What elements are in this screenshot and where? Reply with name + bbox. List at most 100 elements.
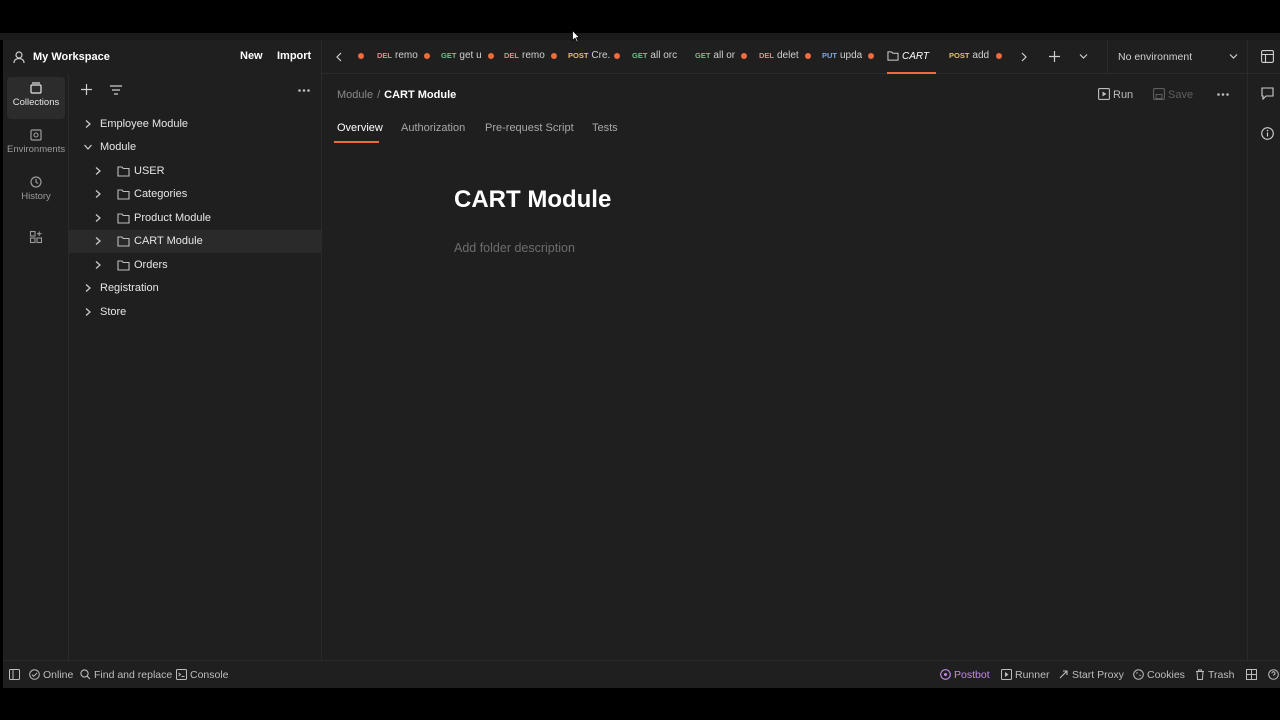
tree-item-product-module[interactable]: Product Module <box>69 207 321 230</box>
request-tab[interactable]: PUT upda <box>822 50 862 66</box>
tree-item-user[interactable]: USER <box>69 160 321 183</box>
request-tab-active[interactable]: CART <box>887 50 929 66</box>
active-tab-indicator <box>887 72 936 74</box>
tab-tests[interactable]: Tests <box>592 122 618 134</box>
breadcrumb-current[interactable]: CART Module <box>384 89 456 101</box>
history-icon <box>29 175 43 189</box>
environment-label: No environment <box>1118 51 1193 63</box>
runner-button[interactable]: Runner <box>1001 669 1049 681</box>
new-tab-icon[interactable] <box>1049 51 1060 62</box>
tree-item-orders[interactable]: Orders <box>69 254 321 277</box>
environments-icon <box>29 128 43 142</box>
configure-workbench-icon <box>29 230 43 244</box>
tab-label: Cre. <box>591 50 611 61</box>
folder-description-input[interactable]: Add folder description <box>454 241 575 255</box>
folder-title[interactable]: CART Module <box>454 186 611 214</box>
import-button[interactable]: Import <box>277 50 311 62</box>
tab-overview[interactable]: Overview <box>337 122 383 134</box>
method-badge: PUT <box>822 51 837 60</box>
rail-collections[interactable]: Collections <box>7 77 65 119</box>
tree-label: Module <box>100 141 137 153</box>
more-options-icon[interactable] <box>298 89 310 92</box>
tree-item-store[interactable]: Store <box>69 301 321 324</box>
unsaved-dot <box>551 53 557 59</box>
breadcrumb-parent[interactable]: Module <box>337 89 373 101</box>
request-tab[interactable]: GET all orc <box>632 50 677 66</box>
tree-item-module[interactable]: Module <box>69 136 321 159</box>
comments-icon[interactable] <box>1261 87 1274 100</box>
mouse-cursor <box>572 30 580 43</box>
tabs-dropdown-icon[interactable] <box>1079 53 1088 60</box>
tree-item-cart-module[interactable]: CART Module <box>69 230 321 253</box>
rail-environments[interactable]: Environments <box>7 124 65 166</box>
online-status[interactable]: Online <box>29 669 73 681</box>
tree-label: USER <box>134 165 165 177</box>
workspace-name[interactable]: My Workspace <box>33 51 110 63</box>
chevron-right-icon[interactable] <box>83 283 93 293</box>
method-badge: POST <box>568 51 589 60</box>
chevron-right-icon[interactable] <box>93 236 103 246</box>
chevron-right-icon[interactable] <box>93 260 103 270</box>
rail-environments-label: Environments <box>7 144 66 155</box>
right-rail <box>1247 40 1280 660</box>
folder-icon <box>887 50 899 61</box>
method-badge: GET <box>695 51 711 60</box>
chevron-right-icon[interactable] <box>83 119 93 129</box>
request-tab-bar: DEL remo GET get u DEL remo POST Cre. GET all… <box>322 40 1280 74</box>
chevron-right-icon[interactable] <box>93 189 103 199</box>
breadcrumb-separator: / <box>377 89 381 101</box>
chevron-right-icon[interactable] <box>93 166 103 176</box>
console-button[interactable]: Console <box>176 669 229 681</box>
tree-item-categories[interactable]: Categories <box>69 183 321 206</box>
postbot-button[interactable]: Postbot <box>940 669 990 681</box>
request-tab[interactable]: POST add <box>949 50 989 66</box>
trash-icon <box>1195 669 1205 680</box>
layout-grid-icon[interactable] <box>1246 669 1257 680</box>
help-icon[interactable] <box>1268 669 1279 680</box>
request-tab[interactable]: GET get u <box>441 50 482 66</box>
start-proxy-button[interactable]: Start Proxy <box>1058 669 1124 681</box>
request-tab[interactable]: DEL remo <box>504 50 545 66</box>
info-icon[interactable] <box>1261 127 1274 140</box>
unsaved-dot <box>805 53 811 59</box>
unsaved-dot <box>741 53 747 59</box>
unsaved-dot <box>488 53 494 59</box>
rail-configure[interactable] <box>7 222 65 264</box>
chevron-right-icon[interactable] <box>93 213 103 223</box>
trash-button[interactable]: Trash <box>1195 669 1234 681</box>
environment-select[interactable]: No environment <box>1107 40 1247 74</box>
run-label: Run <box>1113 89 1134 101</box>
status-bar: Online Find and replace Console Postbot … <box>3 660 1280 688</box>
tree-label: Store <box>100 306 127 318</box>
active-subtab-indicator <box>334 141 379 143</box>
new-button[interactable]: New <box>240 50 263 62</box>
add-collection-icon[interactable] <box>81 84 92 95</box>
request-tab[interactable]: DEL remo <box>377 50 418 66</box>
request-tab[interactable]: POST Cre. <box>568 50 610 66</box>
chevron-down-icon[interactable] <box>83 142 93 152</box>
rail-history[interactable]: History <box>7 171 65 213</box>
more-actions-icon[interactable] <box>1217 93 1229 96</box>
cookies-button[interactable]: Cookies <box>1133 669 1185 681</box>
postbot-label: Postbot <box>954 669 990 681</box>
unsaved-dot <box>358 53 364 59</box>
filter-icon[interactable] <box>110 85 122 95</box>
tab-scroll-left-icon[interactable] <box>335 52 343 62</box>
save-button[interactable]: Save <box>1153 88 1193 101</box>
run-button[interactable]: Run <box>1098 88 1133 101</box>
find-and-replace[interactable]: Find and replace <box>80 669 172 681</box>
request-tab[interactable]: GET all or <box>695 50 735 66</box>
tab-scroll-right-icon[interactable] <box>1020 52 1028 62</box>
rail-history-label: History <box>21 191 51 202</box>
chevron-right-icon[interactable] <box>83 307 93 317</box>
request-tab[interactable]: DEL delet <box>759 50 799 66</box>
toggle-sidebar-icon[interactable] <box>9 669 20 680</box>
tab-pre-request-script[interactable]: Pre-request Script <box>485 122 574 134</box>
tab-authorization[interactable]: Authorization <box>401 122 465 134</box>
unsaved-dot <box>614 53 620 59</box>
method-badge: GET <box>632 51 648 60</box>
workspace-settings-icon[interactable] <box>1261 50 1274 63</box>
tree-item-employee-module[interactable]: Employee Module <box>69 113 321 136</box>
tree-item-registration[interactable]: Registration <box>69 277 321 300</box>
proxy-label: Start Proxy <box>1072 669 1124 681</box>
